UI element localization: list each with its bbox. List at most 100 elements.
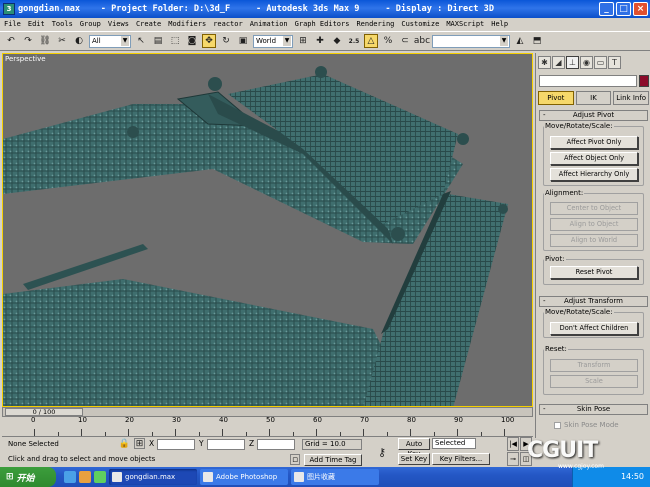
z-coordinate-field[interactable] (257, 439, 295, 450)
lock-selection-icon[interactable]: 🔒 (119, 438, 130, 449)
menu-help[interactable]: Help (491, 20, 508, 28)
motion-tab-icon[interactable]: ◉ (580, 56, 593, 69)
align-to-world-button[interactable]: Align to World (550, 234, 638, 247)
affect-object-only-button[interactable]: Affect Object Only (550, 152, 638, 165)
redo-icon[interactable]: ↷ (21, 34, 35, 48)
affect-pivot-only-button[interactable]: Affect Pivot Only (550, 136, 638, 149)
affect-hierarchy-only-button[interactable]: Affect Hierarchy Only (550, 168, 638, 181)
ik-tab[interactable]: IK (575, 91, 612, 105)
reset-scale-button[interactable]: Scale (550, 375, 638, 388)
keyboard-shortcut-icon[interactable]: ◆ (330, 34, 344, 48)
task-gongdian[interactable]: gongdian.max (109, 469, 197, 485)
key-icon[interactable]: ⚷ (372, 445, 392, 459)
task-picture-collection[interactable]: 图片收藏 (291, 469, 379, 485)
set-key-button[interactable]: Set Key (398, 453, 430, 465)
start-button[interactable]: ⊞ 开始 (0, 467, 56, 487)
undo-icon[interactable]: ↶ (4, 34, 18, 48)
reset-transform-button[interactable]: Transform (550, 359, 638, 372)
close-button[interactable]: × (633, 2, 648, 16)
center-to-object-button[interactable]: Center to Object (550, 202, 638, 215)
skin-pose-rollout[interactable]: - Skin Pose (539, 404, 648, 415)
link-info-tab[interactable]: Link Info (613, 91, 650, 105)
menu-rendering[interactable]: Rendering (356, 20, 394, 28)
menu-create[interactable]: Create (136, 20, 161, 28)
utilities-tab-icon[interactable]: T (608, 56, 621, 69)
spinner-snap-icon[interactable]: ⊂ (398, 34, 412, 48)
menu-animation[interactable]: Animation (250, 20, 288, 28)
ie-quicklaunch-icon[interactable] (64, 471, 76, 483)
hierarchy-tab-icon[interactable]: ⊥ (566, 56, 579, 69)
grid-readout: Grid = 10.0 (302, 439, 362, 450)
absolute-mode-icon[interactable]: ⊞ (134, 438, 145, 449)
mirror-icon[interactable]: ◭ (513, 34, 527, 48)
named-selection-dropdown[interactable]: ▼ (432, 34, 510, 48)
task-photoshop[interactable]: Adobe Photoshop (200, 469, 288, 485)
menu-group[interactable]: Group (80, 20, 101, 28)
create-tab-icon[interactable]: ✱ (538, 56, 551, 69)
select-and-scale-icon[interactable]: ▣ (236, 34, 250, 48)
menu-modifiers[interactable]: Modifiers (168, 20, 206, 28)
display-tab-icon[interactable]: ▭ (594, 56, 607, 69)
add-time-tag-button[interactable]: Add Time Tag (304, 454, 362, 466)
select-and-rotate-icon[interactable]: ↻ (219, 34, 233, 48)
menu-graph-editors[interactable]: Graph Editors (295, 20, 350, 28)
task-photoshop-label: Adobe Photoshop (216, 473, 278, 481)
menu-tools[interactable]: Tools (52, 20, 73, 28)
select-and-move-icon[interactable]: ✥ (202, 34, 216, 48)
go-to-start-icon[interactable]: |◀ (507, 437, 519, 451)
select-object-icon[interactable]: ↖ (134, 34, 148, 48)
desktop-quicklaunch-icon[interactable] (94, 471, 106, 483)
named-selection-icon[interactable]: abc (414, 34, 430, 48)
y-coordinate-field[interactable] (207, 439, 245, 450)
rectangular-selection-icon[interactable]: ⬚ (168, 34, 182, 48)
menu-maxscript[interactable]: MAXScript (446, 20, 484, 28)
menu-file[interactable]: File (4, 20, 21, 28)
x-coordinate-field[interactable] (157, 439, 195, 450)
key-filters-button[interactable]: Key Filters... (432, 453, 490, 465)
reference-coordinate-dropdown[interactable]: World ▼ (253, 34, 293, 48)
percent-snap-icon[interactable]: % (381, 34, 395, 48)
snaps-toggle-icon[interactable]: 2.5 (347, 34, 361, 48)
skin-pose-mode-checkbox[interactable]: Skin Pose Mode (554, 421, 619, 429)
maximize-button[interactable]: □ (616, 2, 631, 16)
system-tray: 14:50 (572, 467, 650, 487)
x-label: X (149, 439, 155, 448)
bind-space-warp-icon[interactable]: ◐ (72, 34, 86, 48)
pivot-tab[interactable]: Pivot (538, 91, 574, 105)
unlink-icon[interactable]: ✂ (55, 34, 69, 48)
adjust-pivot-rollout[interactable]: - Adjust Pivot (539, 110, 648, 121)
modify-tab-icon[interactable]: ◢ (552, 56, 565, 69)
ruler-tick (480, 432, 482, 436)
menu-customize[interactable]: Customize (401, 20, 439, 28)
minimize-button[interactable]: _ (599, 2, 614, 16)
align-to-object-button[interactable]: Align to Object (550, 218, 638, 231)
object-color-swatch[interactable] (639, 75, 649, 87)
transform-mrs-label: Move/Rotate/Scale: (544, 308, 614, 316)
menu-edit[interactable]: Edit (28, 20, 45, 28)
perspective-viewport[interactable]: Perspective (2, 53, 533, 407)
reset-pivot-button[interactable]: Reset Pivot (550, 266, 638, 279)
track-bar[interactable]: 0 10 20 30 40 50 60 70 80 90 100 (2, 416, 533, 437)
checkbox-icon (554, 421, 561, 429)
viewport-label[interactable]: Perspective (5, 55, 46, 63)
time-tag-icon[interactable]: ▫ (290, 454, 300, 465)
menu-reactor[interactable]: reactor (213, 20, 243, 28)
auto-key-button[interactable]: Auto Key (398, 438, 430, 458)
selection-filter-dropdown[interactable]: All ▼ (89, 34, 131, 48)
adjust-transform-rollout[interactable]: - Adjust Transform (539, 296, 648, 307)
ruler-tick (363, 429, 364, 436)
pivot-center-icon[interactable]: ⊞ (296, 34, 310, 48)
dont-affect-children-button[interactable]: Don't Affect Children (550, 322, 638, 335)
angle-snap-icon[interactable]: △ (364, 34, 378, 48)
manipulate-icon[interactable]: ✚ (313, 34, 327, 48)
select-link-icon[interactable]: ⛓ (38, 34, 52, 48)
select-by-name-icon[interactable]: ▤ (151, 34, 165, 48)
folder-quicklaunch-icon[interactable] (79, 471, 91, 483)
key-mode-dropdown[interactable]: Selected (432, 438, 476, 449)
time-slider-thumb[interactable]: 0 / 100 (5, 408, 83, 416)
menu-views[interactable]: Views (108, 20, 129, 28)
window-crossing-icon[interactable]: ◙ (185, 34, 199, 48)
key-mode-icon[interactable]: ⊸ (507, 452, 519, 466)
object-name-field[interactable] (539, 75, 637, 87)
align-icon[interactable]: ⬒ (530, 34, 544, 48)
